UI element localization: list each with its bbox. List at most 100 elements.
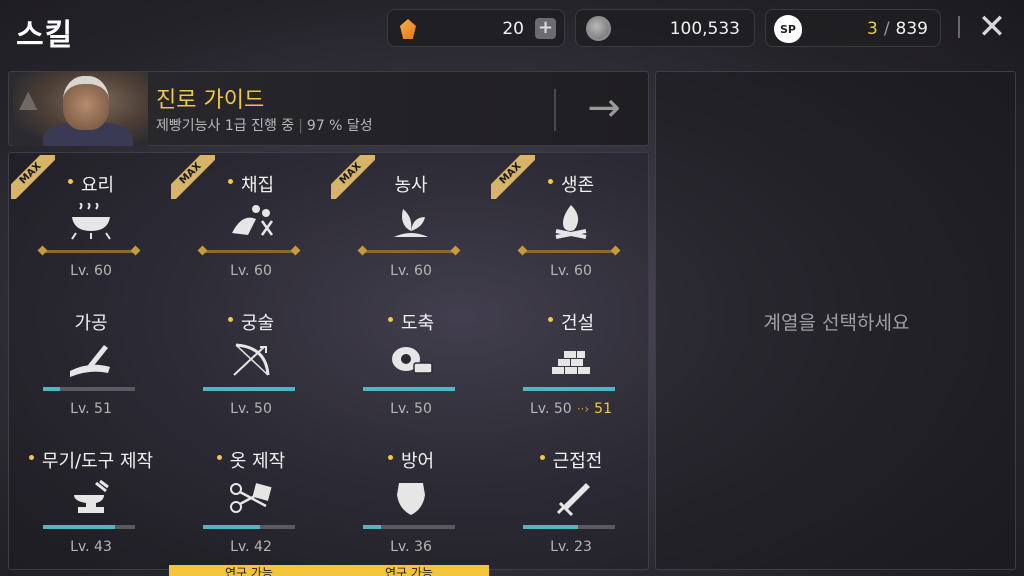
guide-arrow-icon[interactable]: →	[579, 86, 629, 132]
skill-progress-bar	[523, 387, 615, 391]
skill-cell-defense[interactable]: 방어 Lv. 36	[331, 431, 491, 568]
skill-progress-bar	[523, 250, 615, 253]
gathering-icon	[232, 205, 274, 236]
skill-progress-bar	[43, 387, 135, 391]
skill-progress-fill	[203, 387, 295, 391]
skill-progress-fill	[203, 525, 261, 529]
campfire-icon	[555, 205, 587, 239]
guide-progress-separator: |	[298, 118, 303, 134]
skill-cell-weapon-tool-crafting[interactable]: 무기/도구 제작 Lv. 43	[11, 431, 171, 568]
skill-name: 근접전	[552, 451, 603, 472]
guide-percent: 97 % 달성	[306, 118, 373, 134]
dagger-icon	[556, 483, 590, 517]
gem-currency: 20 +	[387, 9, 565, 47]
skill-cell-gathering[interactable]: MAX 채집 Lv. 60	[171, 155, 331, 292]
skill-progress-fill	[363, 525, 382, 529]
skill-detail-panel: 계열을 선택하세요	[655, 71, 1016, 570]
research-available-badge[interactable]: 연구 가능	[169, 565, 329, 576]
skill-name: 채집	[240, 175, 275, 196]
skill-level: Lv. 36	[390, 539, 432, 555]
skill-level: Lv. 60	[390, 263, 432, 279]
bricks-icon	[552, 351, 590, 374]
skill-progress-bar	[203, 250, 295, 253]
skill-level: Lv. 50	[390, 401, 432, 417]
cooking-pot-icon	[71, 203, 111, 240]
select-category-hint: 계열을 선택하세요	[763, 312, 910, 334]
guide-progress: 제빵기능사 1급 진행 중 | 97 % 달성	[156, 115, 373, 135]
skill-progress-fill	[43, 525, 115, 529]
processing-icon	[70, 345, 110, 377]
guide-avatar: ▲	[13, 72, 148, 146]
skill-level: Lv. 23	[550, 539, 592, 555]
research-available-badge[interactable]: 연구 가능	[329, 565, 489, 576]
skill-name: 도축	[400, 313, 435, 334]
guide-divider	[554, 89, 556, 131]
graduation-cap-icon: ▲	[19, 85, 38, 113]
bow-icon	[233, 343, 270, 376]
skill-cell-archery[interactable]: 궁술 Lv. 50	[171, 293, 331, 430]
skill-name: 농사	[394, 175, 428, 196]
skill-progress-bar	[363, 250, 455, 253]
anvil-icon	[74, 479, 109, 513]
skill-name: 가공	[74, 313, 108, 334]
skill-cell-construction[interactable]: 건설 Lv. 50 ··› 51	[491, 293, 651, 430]
coin-icon	[586, 16, 611, 41]
guide-title: 진로 가이드	[156, 88, 265, 113]
skill-progress-bar	[363, 387, 455, 391]
skill-level: Lv. 60	[550, 263, 592, 279]
farming-sprout-icon	[394, 209, 428, 237]
scissors-icon	[230, 483, 272, 513]
skill-level: Lv. 50	[230, 401, 272, 417]
level-up-arrow-icon: ··›	[576, 402, 590, 416]
skill-cell-survival[interactable]: MAX 생존 Lv. 60	[491, 155, 651, 292]
skill-level: Lv. 42	[230, 539, 272, 555]
skill-progress-bar	[203, 525, 295, 529]
gem-value: 20	[502, 19, 524, 39]
skill-points: SP 3/839	[765, 9, 941, 47]
guide-progress-text: 제빵기능사 1급 진행 중	[156, 118, 295, 134]
skill-level: Lv. 51	[70, 401, 112, 417]
skill-point-value: 3/839	[867, 19, 928, 39]
skill-point-total: 839	[895, 19, 928, 39]
skill-level: Lv. 50	[530, 401, 572, 417]
skill-level: Lv. 43	[70, 539, 112, 555]
skill-cell-melee[interactable]: 근접전 Lv. 23	[491, 431, 651, 568]
meat-icon	[392, 347, 433, 374]
skill-progress-bar	[523, 525, 615, 529]
add-gem-button[interactable]: +	[535, 18, 556, 39]
coin-currency: 100,533	[575, 9, 755, 47]
skill-point-current: 3	[866, 19, 878, 39]
career-guide-banner[interactable]: ▲ 진로 가이드 제빵기능사 1급 진행 중 | 97 % 달성 →	[8, 71, 649, 146]
close-button[interactable]: ✕	[975, 10, 1009, 44]
skill-point-icon: SP	[774, 15, 802, 43]
skill-progress-fill	[523, 525, 579, 529]
skill-progress-bar	[363, 525, 455, 529]
page-title: 스킬	[16, 18, 74, 53]
skill-cell-processing[interactable]: 가공 Lv. 51	[11, 293, 171, 430]
skill-level-wrap: Lv. 50 ··› 51	[491, 401, 651, 417]
skill-progress-fill	[523, 387, 615, 391]
header-divider	[958, 16, 960, 38]
skill-name: 건설	[560, 313, 595, 334]
skill-level: Lv. 60	[230, 263, 272, 279]
skill-cell-butchery[interactable]: 도축 Lv. 50	[331, 293, 491, 430]
skill-progress-fill	[363, 387, 455, 391]
gem-icon	[400, 19, 416, 39]
shield-icon	[397, 483, 425, 515]
skill-cell-farming[interactable]: MAX 농사 Lv. 60	[331, 155, 491, 292]
top-bar: 스킬 20 + 100,533 SP 3/839 ✕	[0, 0, 1024, 62]
skill-name: 궁술	[240, 313, 275, 334]
skill-progress-bar	[43, 525, 135, 529]
skill-point-separator: /	[883, 19, 890, 39]
skill-next-level: 51	[594, 401, 612, 417]
skill-progress-bar	[43, 250, 135, 253]
skill-cell-tailoring[interactable]: 옷 제작 Lv. 42	[171, 431, 331, 568]
avatar-head	[63, 76, 109, 130]
skill-progress-bar	[203, 387, 295, 391]
skill-name: 생존	[560, 175, 595, 196]
skill-progress-fill	[43, 387, 60, 391]
skill-name: 옷 제작	[229, 451, 286, 472]
skill-name: 무기/도구 제작	[41, 451, 154, 472]
skill-cell-cooking[interactable]: MAX 요리 Lv. 60	[11, 155, 171, 292]
skill-level: Lv. 60	[70, 263, 112, 279]
